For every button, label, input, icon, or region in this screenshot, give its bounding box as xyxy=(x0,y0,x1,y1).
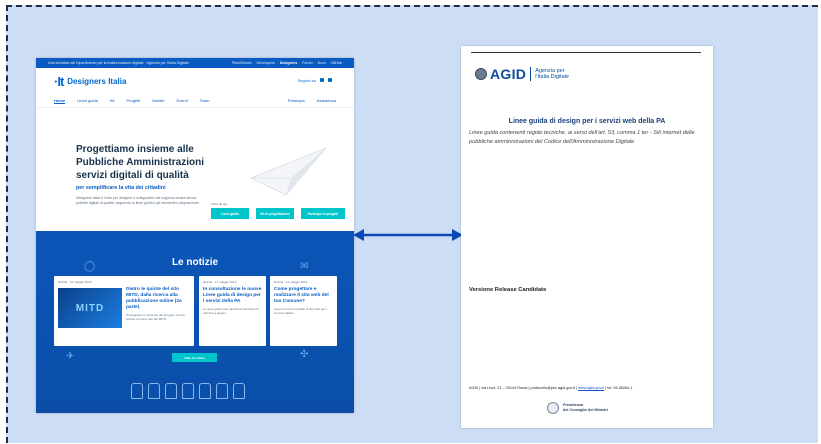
paper-plane-icon xyxy=(250,147,327,196)
topbar-link[interactable]: Forum xyxy=(302,61,312,65)
topbar-link[interactable]: Docs xyxy=(318,61,326,65)
nav-item-home[interactable]: Home xyxy=(54,98,66,104)
robot-icon xyxy=(233,383,245,399)
cta-guidelines-button[interactable]: Linee guida xyxy=(211,208,249,219)
agid-website-link[interactable]: www.agid.gov.it xyxy=(578,386,604,390)
presidenza-logo: Presidenza del Consiglio dei Ministri xyxy=(547,402,608,414)
cta-kit-button[interactable]: Kit di progettazione xyxy=(256,208,294,219)
topbar-link[interactable]: Developers xyxy=(257,61,275,65)
robot-icon xyxy=(131,383,143,399)
news-title: Le notizie xyxy=(171,257,219,268)
nav-item-notizie[interactable]: Notizie xyxy=(152,98,164,103)
drone-icon: ✣ xyxy=(300,349,309,360)
news-section: ◯ ✉ ✈ ✣ Le notizie Notizia · 21 maggio 2… xyxy=(36,231,354,413)
agid-logo: AGID Agenzia per l'Italia Digitale xyxy=(475,66,569,82)
robot-icon xyxy=(216,383,228,399)
news-card-text: Le linee guida sono aperte al contributo… xyxy=(203,307,259,316)
site-hero: Progettiamo insieme alle Pubbliche Ammin… xyxy=(36,108,354,231)
news-card-image: MITD xyxy=(58,288,122,328)
all-news-button[interactable]: Tutte le notizie xyxy=(172,353,217,362)
document-footer: AGID | via Liszt, 21 – 00144 Roma | prot… xyxy=(469,386,633,390)
topbar-text: Una iniziativa del Dipartimento per la t… xyxy=(48,61,189,65)
nav-item-team[interactable]: Team xyxy=(200,98,210,103)
republic-emblem-icon xyxy=(547,402,559,414)
designers-italia-screenshot: Una iniziativa del Dipartimento per la t… xyxy=(36,58,354,413)
site-brand-row: ·It Designers Italia Seguici su xyxy=(36,68,354,94)
robot-icon xyxy=(199,383,211,399)
medium-icon[interactable] xyxy=(328,78,332,82)
topbar-link[interactable]: GitHub xyxy=(331,61,342,65)
rocket-icon: ✈ xyxy=(66,351,75,362)
news-card-title[interactable]: In consultazione le nuove Linee guida di… xyxy=(203,287,262,305)
news-card-2[interactable]: Notizia · 17 maggio 2019 In consultazion… xyxy=(199,276,266,346)
hero-subtitle: per semplificare la vita dei cittadini xyxy=(76,185,166,191)
site-logo-name[interactable]: Designers Italia xyxy=(67,77,126,86)
document-description: Linee guida contenenti regole tecniche, … xyxy=(469,130,695,146)
cta-projects-button[interactable]: Partecipa ai progetti xyxy=(301,208,345,219)
italian-emblem-icon xyxy=(475,68,487,80)
topbar-link[interactable]: Designers xyxy=(280,61,297,65)
nav-item-eventi[interactable]: Eventi xyxy=(177,98,188,103)
document-version: Versione Release Candidate xyxy=(469,287,547,293)
news-card-title[interactable]: Dietro le quinte del sito MITD, dalla ri… xyxy=(126,287,190,311)
news-card-text: Scopri il nuovo modello di sito web per … xyxy=(274,307,327,316)
nav-item-partecipa[interactable]: Partecipa xyxy=(288,98,305,103)
agid-document-page: AGID Agenzia per l'Italia Digitale Linee … xyxy=(461,46,713,428)
site-nav: Home Linee guida Kit Progetti Notizie Eventi T… xyxy=(36,94,354,108)
news-card-text: Proseguiamo il racconto del progetto che… xyxy=(126,313,185,322)
topbar-links: Plus/Stream Developers Designers Forum Docs G… xyxy=(232,61,342,65)
nav-item-linee-guida[interactable]: Linee guida xyxy=(77,98,98,103)
robot-icon xyxy=(148,383,160,399)
robot-icon xyxy=(165,383,177,399)
site-logo-icon[interactable]: ·It xyxy=(54,74,64,89)
document-title: Linee guida di design per i servizi web … xyxy=(508,118,666,125)
nav-item-kit[interactable]: Kit xyxy=(110,98,115,103)
robot-illustrations xyxy=(131,383,245,399)
logo-separator xyxy=(530,67,532,81)
robot-icon xyxy=(182,383,194,399)
double-arrow-icon xyxy=(353,229,463,241)
hero-text: Designers Italia è il sito per designer … xyxy=(76,196,200,205)
twitter-icon[interactable] xyxy=(320,78,324,82)
news-card-3[interactable]: Notizia · 14 maggio 2019 Come progettare… xyxy=(270,276,337,346)
news-card-1[interactable]: Notizia · 21 maggio 2019 MITD Dietro le … xyxy=(54,276,194,346)
news-card-meta: Notizia · 14 maggio 2019 xyxy=(274,280,308,284)
nav-item-assistenza[interactable]: Assistenza xyxy=(317,98,336,103)
site-topbar: Una iniziativa del Dipartimento per la t… xyxy=(36,58,354,68)
news-card-title[interactable]: Come progettare e realizzare il sito web… xyxy=(274,287,333,305)
topbar-link[interactable]: Plus/Stream xyxy=(232,61,252,65)
agid-subtitle: Agenzia per l'Italia Digitale xyxy=(535,68,569,80)
agid-wordmark: AGID xyxy=(490,66,527,82)
social-label: Seguici su xyxy=(297,78,316,83)
news-card-meta: Notizia · 21 maggio 2019 xyxy=(58,280,92,284)
document-top-rule xyxy=(471,52,701,53)
social-links: Seguici su xyxy=(298,78,332,83)
nav-item-progetti[interactable]: Progetti xyxy=(126,98,140,103)
presidenza-text: Presidenza del Consiglio dei Ministri xyxy=(563,403,608,412)
cta-label: Inizia da qui xyxy=(211,202,228,206)
hero-title: Progettiamo insieme alle Pubbliche Ammin… xyxy=(76,144,204,181)
news-card-meta: Notizia · 17 maggio 2019 xyxy=(203,280,237,284)
